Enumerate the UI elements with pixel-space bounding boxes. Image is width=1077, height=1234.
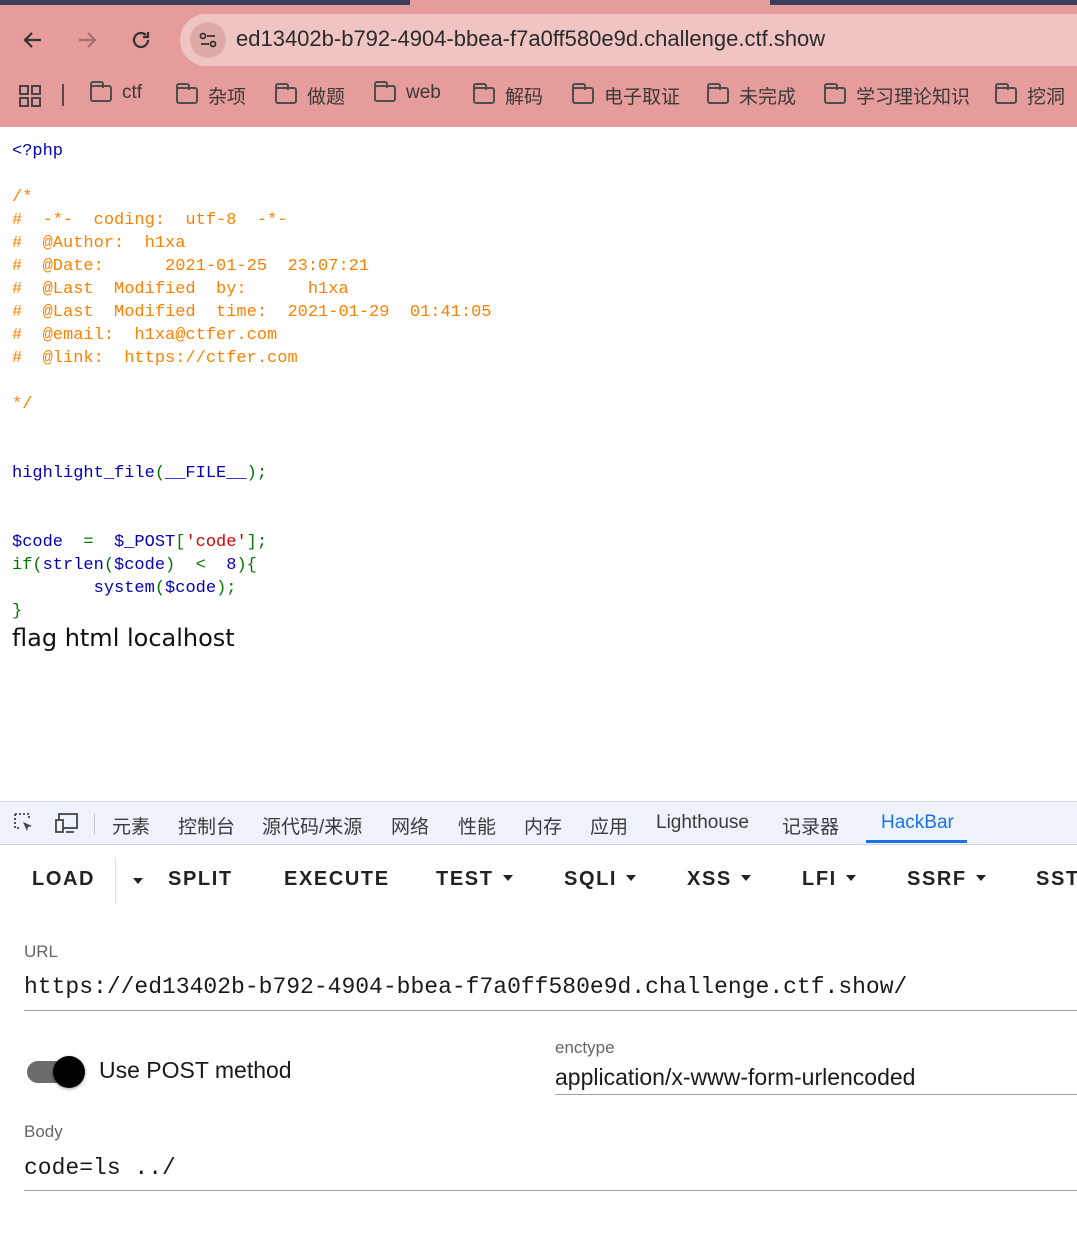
- bookmark-folder[interactable]: 做题: [275, 82, 345, 109]
- tab-console[interactable]: 控制台: [178, 812, 235, 839]
- chevron-down-icon: [740, 874, 751, 881]
- back-icon[interactable]: [15, 22, 51, 58]
- comment-line: # @Author: h1xa: [12, 234, 186, 253]
- load-divider: [115, 858, 116, 904]
- tab-hackbar[interactable]: HackBar: [881, 812, 954, 834]
- tab-recorder[interactable]: 记录器: [782, 812, 839, 839]
- load-dropdown-icon[interactable]: [133, 878, 143, 884]
- tab-performance[interactable]: 性能: [458, 812, 496, 839]
- bookmark-folder[interactable]: 电子取证: [572, 82, 680, 109]
- test-menu-button[interactable]: TEST: [436, 868, 513, 891]
- folder-icon: [176, 83, 198, 104]
- folder-icon: [707, 83, 729, 104]
- if-keyword: if: [12, 556, 33, 575]
- active-tab-indicator: [866, 840, 967, 843]
- bookmark-folder[interactable]: 挖洞: [995, 82, 1065, 109]
- command-output: flag html localhost: [12, 624, 235, 652]
- reload-icon[interactable]: [123, 22, 159, 58]
- chevron-down-icon: [626, 874, 637, 881]
- apps-grid-icon[interactable]: [18, 84, 42, 112]
- tab-strip-edge: [770, 0, 1077, 5]
- tab-application[interactable]: 应用: [590, 812, 628, 839]
- devtools-divider: [94, 813, 95, 835]
- php-open-tag: <?php: [12, 142, 64, 161]
- system-call: system: [93, 579, 155, 598]
- sqli-menu-button[interactable]: SQLI: [564, 868, 637, 891]
- php-source-code: <?php /* # -*- coding: utf-8 -*- # @Auth…: [12, 142, 492, 621]
- tab-memory[interactable]: 内存: [524, 812, 562, 839]
- folder-icon: [473, 83, 495, 104]
- code-variable: $code: [12, 533, 64, 552]
- tab-lighthouse[interactable]: Lighthouse: [656, 812, 749, 834]
- url-label: URL: [24, 942, 59, 961]
- inspect-element-icon[interactable]: [12, 811, 36, 839]
- folder-icon: [374, 80, 396, 102]
- folder-icon: [824, 83, 846, 104]
- address-bar[interactable]: ed13402b-b792-4904-bbea-f7a0ff580e9d.cha…: [180, 14, 1077, 66]
- body-underline: [24, 1190, 1077, 1191]
- chevron-down-icon: [975, 874, 986, 881]
- highlight-file-call: highlight_file: [12, 464, 155, 483]
- tab-strip-edge: [0, 0, 410, 5]
- address-url[interactable]: ed13402b-b792-4904-bbea-f7a0ff580e9d.cha…: [236, 26, 825, 52]
- comment-close: */: [12, 395, 33, 414]
- comment-line: # @link: https://ctfer.com: [12, 349, 298, 368]
- bookmarks-divider: [62, 84, 64, 106]
- post-toggle-knob[interactable]: [53, 1056, 85, 1088]
- url-input[interactable]: https://ed13402b-b792-4904-bbea-f7a0ff58…: [24, 974, 907, 1000]
- ssti-menu-button[interactable]: SST: [1036, 868, 1077, 891]
- tab-sources[interactable]: 源代码/来源: [262, 812, 362, 839]
- folder-icon: [572, 83, 594, 104]
- ssrf-menu-button[interactable]: SSRF: [907, 868, 986, 891]
- folder-icon: [275, 83, 297, 104]
- forward-icon[interactable]: [69, 22, 105, 58]
- hackbar-toolbar: LOAD SPLIT EXECUTE TEST SQLI XSS LFI SSR…: [0, 844, 1077, 914]
- xss-menu-button[interactable]: XSS: [687, 868, 751, 891]
- body-label: Body: [24, 1122, 63, 1141]
- comment-line: # @Last Modified time: 2021-01-29 01:41:…: [12, 303, 492, 322]
- browser-toolbar: ed13402b-b792-4904-bbea-f7a0ff580e9d.cha…: [0, 0, 1077, 127]
- comment-line: # @email: h1xa@ctfer.com: [12, 326, 278, 345]
- body-input[interactable]: code=ls ../: [24, 1155, 176, 1181]
- folder-icon: [90, 80, 112, 102]
- bookmark-folder[interactable]: 未完成: [707, 82, 796, 109]
- devtools-tab-bar: 元素 控制台 源代码/来源 网络 性能 内存 应用 Lighthouse 记录器…: [0, 801, 1077, 845]
- bookmark-folder[interactable]: 学习理论知识: [824, 82, 970, 109]
- close-brace: }: [12, 602, 23, 621]
- bookmark-folder[interactable]: 解码: [473, 82, 543, 109]
- comment-open: /*: [12, 188, 33, 207]
- chevron-down-icon: [502, 874, 513, 881]
- tab-network[interactable]: 网络: [391, 812, 429, 839]
- lfi-menu-button[interactable]: LFI: [802, 868, 856, 891]
- enctype-underline: [555, 1094, 1077, 1095]
- tab-elements[interactable]: 元素: [112, 812, 150, 839]
- enctype-label: enctype: [555, 1038, 615, 1057]
- enctype-select[interactable]: application/x-www-form-urlencoded: [555, 1064, 915, 1091]
- url-underline: [24, 1010, 1077, 1011]
- load-button[interactable]: LOAD: [32, 868, 95, 891]
- bookmark-folder[interactable]: 杂项: [176, 82, 246, 109]
- comment-line: # @Last Modified by: h1xa: [12, 280, 349, 299]
- folder-icon: [995, 83, 1017, 104]
- execute-button[interactable]: EXECUTE: [284, 868, 390, 891]
- bookmarks-bar: ctf 杂项 做题 web 解码 电子取证 未完成 学习理论知识 挖洞: [0, 76, 1077, 116]
- device-toolbar-icon[interactable]: [54, 811, 80, 839]
- chevron-down-icon: [845, 874, 856, 881]
- post-key-string: 'code': [185, 533, 247, 552]
- split-button[interactable]: SPLIT: [168, 868, 233, 891]
- comment-line: # @Date: 2021-01-25 23:07:21: [12, 257, 370, 276]
- site-info-icon[interactable]: [190, 22, 226, 58]
- bookmark-folder[interactable]: web: [374, 80, 441, 104]
- comment-line: # -*- coding: utf-8 -*-: [12, 211, 288, 230]
- post-toggle-label: Use POST method: [99, 1057, 292, 1083]
- bookmark-folder[interactable]: ctf: [90, 80, 142, 104]
